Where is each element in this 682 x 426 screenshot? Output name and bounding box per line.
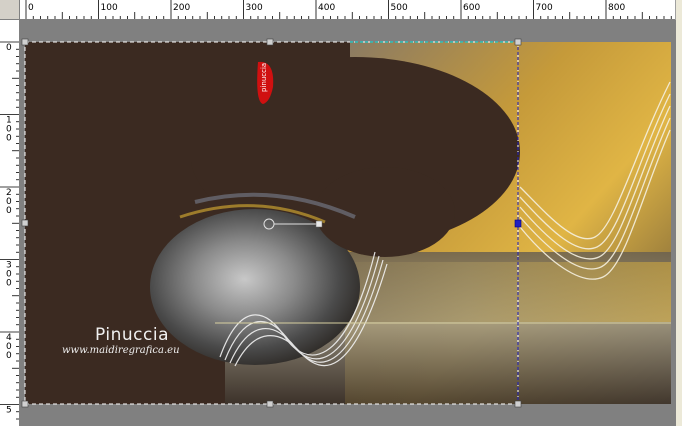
handle-top-left[interactable] [21,38,29,46]
ruler-v-label: 0 [6,43,12,53]
ruler-v-label: 0 [6,279,12,289]
ruler-v-label: 5 [6,406,12,416]
swirl-cutout [315,167,455,257]
ruler-h-label: 400 [318,3,335,13]
ruler-h-label: 800 [608,3,625,13]
ruler-v-label: 0 [6,351,12,361]
handle-middle-right[interactable] [514,219,522,228]
ruler-h-label: 0 [28,3,34,13]
ruler-h-label: 600 [463,3,480,13]
vertical-ruler: 01002003004005 [0,20,20,426]
ruler-v-label: 0 [6,206,12,216]
tube-signature: pinuccia [260,63,268,92]
handle-middle-left[interactable] [21,219,29,227]
handle-bottom-middle[interactable] [266,400,274,408]
ruler-h-label: 700 [536,3,553,13]
handle-bottom-left[interactable] [21,400,29,408]
image-canvas[interactable]: pinuccia Pinuccia www.maidiregrafica.eu [25,42,671,404]
ruler-h-label: 300 [246,3,263,13]
handle-bottom-right[interactable] [514,400,522,408]
watermark-url: www.maidiregrafica.eu [62,345,180,356]
vertical-scrollbar[interactable] [675,0,682,426]
ruler-corner [0,0,20,20]
ruler-h-label: 200 [173,3,190,13]
horizontal-ruler-ticks: 0 100 200 300 400 500 600 700 800 [25,0,672,19]
handle-top-right[interactable] [514,38,522,46]
ruler-h-label: 100 [101,3,118,13]
image-workspace[interactable]: pinuccia Pinuccia www.maidiregrafica.eu [20,20,676,426]
brown-top-left [25,42,350,162]
ruler-h-label: 500 [391,3,408,13]
vertical-ruler-ticks: 01002003004005 [0,41,19,420]
handle-top-middle[interactable] [266,38,274,46]
ruler-v-label: 0 [6,134,12,144]
watermark-name: Pinuccia [95,325,169,345]
horizontal-ruler: 0 100 200 300 400 500 600 700 800 [20,0,676,20]
